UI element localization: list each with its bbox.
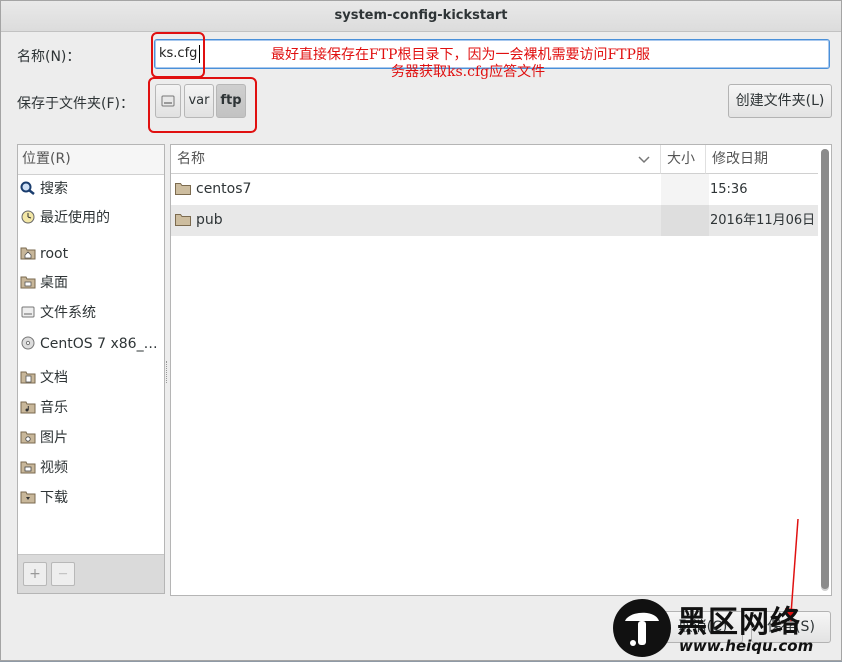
sidebar-item-search[interactable]: 搜索 xyxy=(20,177,68,201)
sidebar-item-recent[interactable]: 最近使用的 xyxy=(20,206,110,230)
watermark-url: www.heiqu.com xyxy=(679,637,814,655)
remove-bookmark-button[interactable]: — xyxy=(51,562,75,586)
sort-chevron-down-icon xyxy=(638,156,650,164)
sidebar-item-downloads[interactable]: 下载 xyxy=(20,486,68,510)
sidebar-item-label: 最近使用的 xyxy=(40,210,110,226)
sidebar-item-desktop[interactable]: 桌面 xyxy=(20,271,68,295)
column-name-label: 名称 xyxy=(177,151,205,167)
search-icon xyxy=(20,181,35,195)
sidebar-item-root[interactable]: root xyxy=(20,242,68,266)
window-title: system-config-kickstart xyxy=(1,1,841,32)
sidebar-item-label: root xyxy=(40,246,69,262)
pane-resize-handle[interactable] xyxy=(166,361,169,383)
folder-icon xyxy=(175,183,191,195)
watermark-logo-icon xyxy=(613,599,671,657)
places-header: 位置(R) xyxy=(18,145,164,175)
home-folder-icon xyxy=(20,247,36,260)
sidebar-item-music[interactable]: 音乐 xyxy=(20,396,68,420)
sidebar-item-label: 桌面 xyxy=(40,275,68,291)
disc-icon xyxy=(21,336,35,350)
file-name-cell: centos7 xyxy=(175,174,251,205)
file-name-cell: pub xyxy=(175,205,223,236)
file-list-scrollbar[interactable] xyxy=(821,149,829,591)
sidebar-item-videos[interactable]: 视频 xyxy=(20,456,68,480)
file-size xyxy=(661,205,709,236)
sidebar-item-label: 图片 xyxy=(40,430,68,446)
sidebar-item-label: 视频 xyxy=(40,460,68,476)
sidebar-item-label: 文件系统 xyxy=(40,305,96,321)
sidebar-item-centos-disc[interactable]: CentOS 7 x86_… xyxy=(20,332,158,356)
sidebar-item-filesystem[interactable]: 文件系统 xyxy=(20,301,96,325)
recent-icon xyxy=(21,210,35,224)
name-label: 名称(N)： xyxy=(17,49,81,65)
annotation-text-line2: 务器获取ks.cfg应答文件 xyxy=(391,64,546,80)
pictures-folder-icon xyxy=(20,431,36,444)
file-modified: 15:36 xyxy=(710,182,748,197)
file-size xyxy=(661,174,709,205)
sidebar-item-label: 音乐 xyxy=(40,400,68,416)
sidebar-item-pictures[interactable]: 图片 xyxy=(20,426,68,450)
sidebar-item-label: 搜索 xyxy=(40,181,68,197)
file-name: pub xyxy=(196,212,223,228)
videos-folder-icon xyxy=(20,461,36,474)
music-folder-icon xyxy=(20,401,36,414)
drive-icon xyxy=(21,306,35,318)
sidebar-item-label: CentOS 7 x86_… xyxy=(40,336,158,352)
documents-folder-icon xyxy=(20,371,36,384)
file-row[interactable]: pub 2016年11月06日 xyxy=(171,205,818,236)
column-header-modified[interactable]: 修改日期 xyxy=(706,145,818,174)
watermark-brand: 黑区网络 xyxy=(677,605,801,640)
desktop-folder-icon xyxy=(20,276,36,289)
sidebar-item-documents[interactable]: 文档 xyxy=(20,366,68,390)
add-bookmark-button[interactable]: + xyxy=(23,562,47,586)
column-header-size[interactable]: 大小 xyxy=(661,145,706,174)
file-name: centos7 xyxy=(196,181,252,197)
file-list: 名称 大小 修改日期 centos7 15:36 pub 2016年11月06日 xyxy=(170,144,832,596)
watermark: 黑区网络 www.heiqu.com xyxy=(607,597,842,662)
save-dialog: system-config-kickstart 名称(N)： ks.cfg 最好… xyxy=(0,0,842,661)
sidebar-item-label: 文档 xyxy=(40,370,68,386)
folder-label: 保存于文件夹(F)： xyxy=(17,96,134,112)
sidebar-toolbar: + — xyxy=(18,554,164,593)
annotation-box-path xyxy=(148,77,257,133)
places-sidebar: 位置(R) 搜索 最近使用的 root 桌面 文件系统 CentOS 7 x86… xyxy=(17,144,165,594)
downloads-folder-icon xyxy=(20,491,36,504)
annotation-box-filename xyxy=(151,32,205,78)
create-folder-button[interactable]: 创建文件夹(L) xyxy=(728,84,832,118)
file-row[interactable]: centos7 15:36 xyxy=(171,174,818,205)
folder-icon xyxy=(175,214,191,226)
file-modified: 2016年11月06日 xyxy=(710,213,816,228)
column-header-name[interactable]: 名称 xyxy=(171,145,661,174)
sidebar-item-label: 下载 xyxy=(40,490,68,506)
scrollbar-thumb[interactable] xyxy=(821,149,829,589)
